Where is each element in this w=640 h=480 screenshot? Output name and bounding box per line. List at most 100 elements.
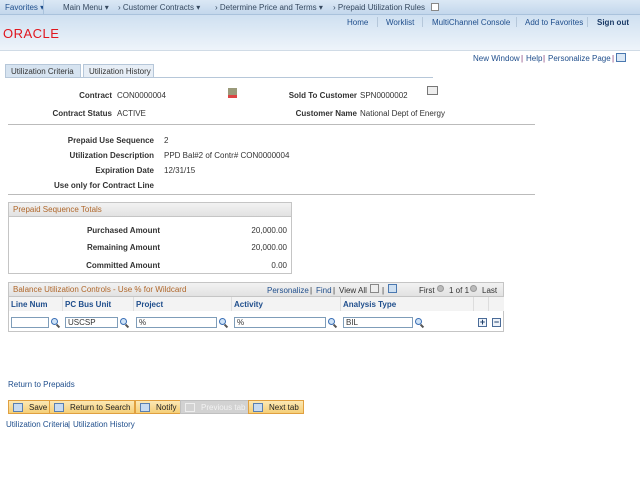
pc-bus-unit-input[interactable] [65,317,118,328]
previous-row-icon[interactable] [437,285,444,292]
column-project: Project [134,297,232,311]
return-to-search-button[interactable]: Return to Search [49,400,136,414]
breadcrumb-prepaid-rules[interactable]: › Prepaid Utilization Rules [333,3,425,12]
next-tab-label: Next tab [269,403,299,412]
prepaid-sequence-totals-box: Prepaid Sequence Totals Purchased Amount… [8,202,292,274]
crumb-label: Determine Price and Terms [219,3,317,12]
footer-utilization-history-link[interactable]: Utilization History [73,420,135,429]
divider: | [543,54,546,63]
save-icon [13,403,23,412]
crumb-label: Prepaid Utilization Rules [337,3,426,12]
help-link[interactable]: Help [526,54,542,63]
committed-amount-value: 0.00 [271,261,287,270]
grid-view-all-link[interactable]: View All [339,286,367,295]
header-banner: Home Worklist MultiChannel Console Add t… [0,15,640,51]
first-link[interactable]: First [419,286,435,295]
contract-status-label: Contract Status [52,109,112,118]
home-link[interactable]: Home [347,18,368,27]
project-input[interactable] [136,317,217,328]
divider: | [68,420,71,429]
previous-tab-label: Previous tab [201,403,246,412]
activity-lookup-icon[interactable] [328,318,337,327]
notify-icon [140,403,150,412]
totals-title: Prepaid Sequence Totals [9,203,291,217]
utilization-description-value: PPD Bal#2 of Contr# CON0000004 [164,151,290,160]
analysis-type-input[interactable] [343,317,413,328]
tab-utilization-history[interactable]: Utilization History [83,64,154,77]
customer-name-value: National Dept of Energy [360,109,445,118]
sold-to-customer-label: Sold To Customer [288,91,357,100]
return-to-search-icon [54,403,64,412]
crumb-label: Customer Contracts [122,3,195,12]
customer-name-label: Customer Name [295,109,357,118]
add-row-icon[interactable]: + [478,318,487,327]
main-menu-label: Main Menu [63,3,103,12]
customer-detail-icon[interactable] [427,86,438,95]
balance-utilization-grid: Balance Utilization Controls - Use % for… [8,282,504,332]
line-num-lookup-icon[interactable] [51,318,60,327]
divider [8,124,535,125]
favorites-menu[interactable]: Favorites ▾ [5,3,44,12]
row-count: 1 of 1 [449,286,470,295]
divider [8,194,535,195]
analysis-type-lookup-icon[interactable] [415,318,424,327]
divider [43,0,44,15]
prepaid-use-sequence-label: Prepaid Use Sequence [67,136,154,145]
zoom-grid-icon[interactable] [370,284,379,293]
column-line-num: Line Num [9,297,63,311]
download-grid-icon[interactable] [388,284,397,293]
page-layout-icon[interactable] [616,53,626,62]
activity-input[interactable] [234,317,326,328]
prepaid-use-sequence-value: 2 [164,136,169,145]
favorites-label: Favorites [5,3,38,12]
expiration-date-label: Expiration Date [95,166,154,175]
project-lookup-icon[interactable] [219,318,228,327]
utilization-description-label: Utilization Description [69,151,154,160]
grid-find-link[interactable]: Find [316,286,332,295]
column-pc-bus-unit: PC Bus Unit [63,297,134,311]
oracle-logo: ORACLE [3,26,60,41]
previous-tab-icon [185,403,195,412]
purchased-amount-value: 20,000.00 [251,226,287,235]
save-label: Save [29,403,48,412]
line-num-input[interactable] [11,317,49,328]
remaining-amount-label: Remaining Amount [86,243,160,252]
search-page-icon[interactable] [431,3,439,11]
add-to-favorites-link[interactable]: Add to Favorites [525,18,583,27]
sold-to-customer-value: SPN0000002 [360,91,408,100]
breadcrumb-customer-contracts[interactable]: › Customer Contracts ▾ [118,3,200,12]
tab-utilization-criteria[interactable]: Utilization Criteria [5,64,81,77]
new-window-link[interactable]: New Window [473,54,520,63]
next-tab-icon [253,403,263,412]
contract-status-value: ACTIVE [117,109,146,118]
previous-tab-button: Previous tab [180,400,251,414]
use-only-contract-line-label: Use only for Contract Line [53,181,154,190]
notify-button[interactable]: Notify [135,400,182,414]
pc-bus-unit-lookup-icon[interactable] [120,318,129,327]
grid-personalize-link[interactable]: Personalize [267,286,309,295]
personalize-page-link[interactable]: Personalize Page [548,54,611,63]
top-navigation-bar: Favorites ▾ Main Menu ▾ › Customer Contr… [0,0,640,15]
purchased-amount-label: Purchased Amount [86,226,160,235]
breadcrumb-determine-price[interactable]: › Determine Price and Terms ▾ [215,3,323,12]
expiration-date-value: 12/31/15 [164,166,196,175]
sign-out-link[interactable]: Sign out [597,18,629,27]
last-link[interactable]: Last [482,286,497,295]
footer-utilization-criteria-link[interactable]: Utilization Criteria [6,420,69,429]
committed-amount-label: Committed Amount [86,261,160,270]
column-analysis-type: Analysis Type [341,297,474,311]
delete-row-icon[interactable]: − [492,318,501,327]
save-button[interactable]: Save [8,400,53,414]
multichannel-console-link[interactable]: MultiChannel Console [432,18,510,27]
contract-value: CON0000004 [117,91,166,100]
next-tab-button[interactable]: Next tab [248,400,304,414]
main-menu[interactable]: Main Menu ▾ [63,3,109,12]
notify-label: Notify [156,403,177,412]
divider: | [521,54,524,63]
worklist-link[interactable]: Worklist [386,18,414,27]
column-activity: Activity [232,297,341,311]
return-to-prepaids-link[interactable]: Return to Prepaids [8,380,75,389]
divider: | [612,54,615,63]
next-row-icon[interactable] [470,285,477,292]
contract-detail-icon[interactable] [228,88,237,98]
